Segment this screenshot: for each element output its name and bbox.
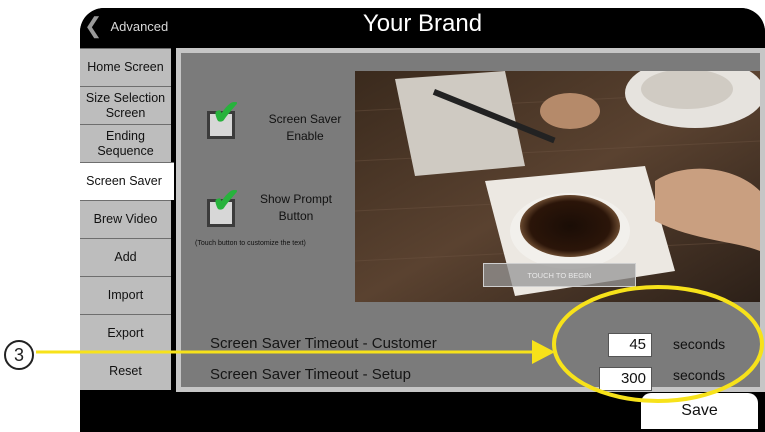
tab-import[interactable]: Import: [80, 276, 171, 314]
tab-ending-sequence[interactable]: Ending Sequence: [80, 124, 171, 162]
header-bar: ❮ Advanced Your Brand: [80, 8, 765, 44]
save-button[interactable]: Save: [641, 393, 758, 429]
tab-home-screen[interactable]: Home Screen: [80, 48, 171, 86]
page-title: Your Brand: [362, 10, 483, 37]
customer-timeout-input[interactable]: 45: [608, 333, 652, 357]
show-prompt-checkbox[interactable]: ✔: [207, 184, 241, 227]
callout-number-badge: 3: [4, 340, 34, 370]
tab-reset[interactable]: Reset: [80, 352, 171, 390]
screen-saver-enable-checkbox[interactable]: ✔: [207, 96, 241, 139]
setup-timeout-input[interactable]: 300: [599, 367, 652, 391]
checkmark-icon: ✔: [212, 182, 241, 220]
touch-to-begin-button[interactable]: TOUCH TO BEGIN: [483, 263, 636, 287]
customer-timeout-label: Screen Saver Timeout - Customer: [210, 335, 437, 352]
tab-brew-video[interactable]: Brew Video: [80, 200, 171, 238]
prompt-hint: (Touch button to customize the text): [195, 240, 306, 247]
tab-screen-saver[interactable]: Screen Saver: [80, 162, 174, 200]
screen-saver-enable-label: Screen Saver Enable: [268, 112, 342, 144]
settings-panel: ✔ Screen Saver Enable ✔ Show Prompt Butt…: [176, 48, 765, 392]
tab-size-selection-screen[interactable]: Size Selection Screen: [80, 86, 171, 124]
setup-timeout-label: Screen Saver Timeout - Setup: [210, 366, 411, 383]
device-screen: ❮ Advanced Your Brand Home Screen Size S…: [80, 8, 765, 432]
tab-export[interactable]: Export: [80, 314, 171, 352]
checkmark-icon: ✔: [212, 94, 241, 132]
customer-timeout-unit: seconds: [673, 336, 726, 352]
tab-add[interactable]: Add: [80, 238, 171, 276]
setup-timeout-unit: seconds: [673, 367, 726, 383]
show-prompt-label: Show Prompt Button: [259, 192, 333, 224]
